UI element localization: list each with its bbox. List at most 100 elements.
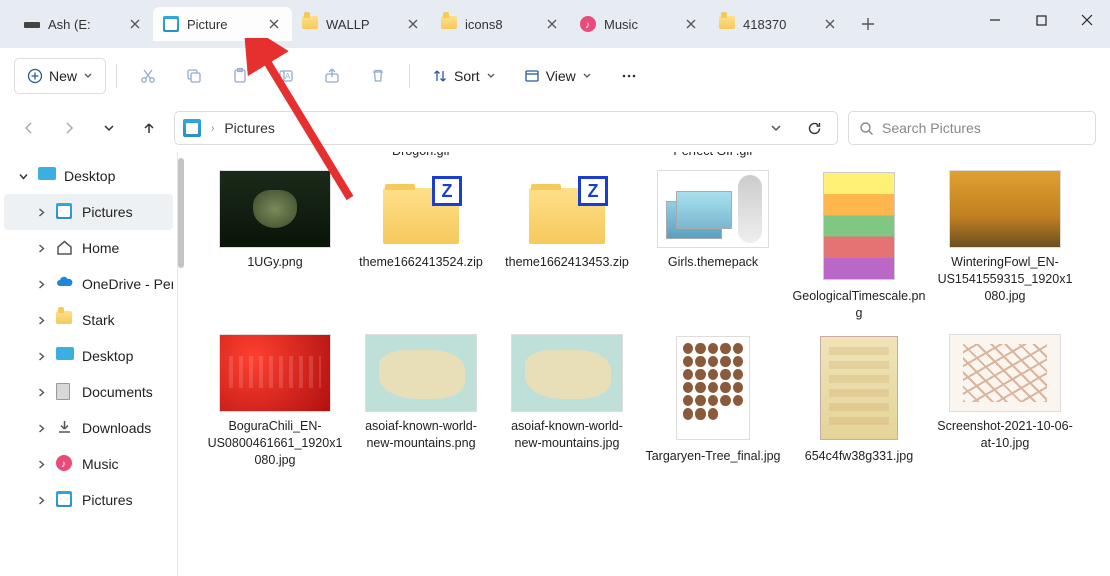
close-tab-button[interactable]	[127, 16, 143, 32]
copy-button[interactable]	[173, 58, 215, 94]
tab-ash-e-[interactable]: Ash (E:	[14, 7, 153, 41]
tab-icons8[interactable]: icons8	[431, 7, 570, 41]
file-name: GeologicalTimescale.png	[790, 288, 928, 322]
rename-icon: A	[277, 67, 295, 85]
file-name: 1UGy.png	[247, 254, 302, 271]
breadcrumb-current[interactable]: Pictures	[224, 120, 275, 136]
cut-button[interactable]	[127, 58, 169, 94]
ellipsis-icon	[620, 67, 638, 85]
close-tab-button[interactable]	[405, 16, 421, 32]
file-thumbnail	[803, 334, 915, 442]
sidebar-item-home[interactable]: Home	[4, 230, 173, 266]
expand-chevron-icon[interactable]	[34, 493, 48, 507]
file-item[interactable]: GeologicalTimescale.png	[786, 166, 932, 326]
file-item[interactable]: Girls.themepack	[640, 166, 786, 326]
expand-chevron-icon[interactable]	[34, 205, 48, 219]
file-item[interactable]: asoiaf-known-world-new-mountains.png	[348, 330, 494, 473]
file-item[interactable]: 654c4fw38g331.jpg	[786, 330, 932, 473]
file-item[interactable]: Screenshot-2021-10-06-at-10.jpg	[932, 330, 1078, 473]
more-button[interactable]	[608, 58, 650, 94]
address-dropdown-button[interactable]	[761, 113, 791, 143]
toolbar: New A Sort View	[0, 48, 1110, 104]
view-button[interactable]: View	[512, 58, 604, 94]
file-item[interactable]: Ztheme1662413453.zip	[494, 166, 640, 326]
sidebar-item-label: Home	[82, 240, 119, 256]
delete-button[interactable]	[357, 58, 399, 94]
close-tab-button[interactable]	[683, 16, 699, 32]
tab-label: Picture	[187, 17, 258, 32]
content-area[interactable]: Drogon.gifPerfect GIF.gif1UGy.pngZtheme1…	[177, 152, 1110, 576]
sort-button[interactable]: Sort	[420, 58, 508, 94]
close-tab-button[interactable]	[822, 16, 838, 32]
file-name: BoguraChili_EN-US0800461661_1920x1080.jp…	[206, 418, 344, 469]
file-item[interactable]: asoiaf-known-world-new-mountains.jpg	[494, 330, 640, 473]
rename-button[interactable]: A	[265, 58, 307, 94]
address-bar[interactable]: › Pictures	[174, 111, 838, 145]
expand-chevron-icon[interactable]	[34, 241, 48, 255]
sidebar-item-pictures[interactable]: Pictures	[4, 194, 173, 230]
file-thumbnail	[365, 334, 477, 412]
music-icon: ♪	[56, 455, 74, 473]
expand-chevron-icon[interactable]	[34, 421, 48, 435]
tab-picture[interactable]: Picture	[153, 7, 292, 41]
expand-chevron-icon[interactable]	[34, 349, 48, 363]
file-name-partial: Drogon.gif	[348, 152, 494, 162]
file-item[interactable]: BoguraChili_EN-US0800461661_1920x1080.jp…	[202, 330, 348, 473]
close-tab-button[interactable]	[544, 16, 560, 32]
close-window-button[interactable]	[1064, 0, 1110, 40]
expand-chevron-icon[interactable]	[34, 385, 48, 399]
recent-locations-button[interactable]	[94, 113, 124, 143]
tab-418370[interactable]: 418370	[709, 7, 848, 41]
new-button[interactable]: New	[14, 58, 106, 94]
paste-button[interactable]	[219, 58, 261, 94]
scrollbar-thumb[interactable]	[178, 158, 184, 268]
folder-icon	[302, 16, 318, 32]
sidebar-item-desktop[interactable]: Desktop	[4, 338, 173, 374]
tab-wallp[interactable]: WALLP	[292, 7, 431, 41]
expand-chevron-icon[interactable]	[34, 313, 48, 327]
up-button[interactable]	[134, 113, 164, 143]
file-item[interactable]: Targaryen-Tree_final.jpg	[640, 330, 786, 473]
file-item[interactable]: 1UGy.png	[202, 166, 348, 326]
refresh-button[interactable]	[799, 113, 829, 143]
sidebar-item-desktop[interactable]: Desktop	[4, 158, 173, 194]
maximize-button[interactable]	[1018, 0, 1064, 40]
desktop-blue-icon	[56, 347, 74, 365]
file-thumbnail	[219, 334, 331, 412]
file-item[interactable]: WinteringFowl_EN-US1541559315_1920x1080.…	[932, 166, 1078, 326]
sidebar-item-label: Desktop	[82, 348, 133, 364]
file-name: Girls.themepack	[668, 254, 758, 271]
new-tab-button[interactable]	[848, 7, 888, 41]
file-thumbnail	[219, 170, 331, 248]
sidebar-item-documents[interactable]: Documents	[4, 374, 173, 410]
sidebar-item-downloads[interactable]: Downloads	[4, 410, 173, 446]
search-input[interactable]: Search Pictures	[848, 111, 1096, 145]
tab-label: icons8	[465, 17, 536, 32]
sidebar-item-label: Desktop	[64, 168, 115, 184]
minimize-button[interactable]	[972, 0, 1018, 40]
share-button[interactable]	[311, 58, 353, 94]
sidebar-item-label: Pictures	[82, 204, 133, 220]
sidebar-item-onedrive-per[interactable]: OneDrive - Per	[4, 266, 173, 302]
sidebar-item-pictures[interactable]: Pictures	[4, 482, 173, 518]
expand-chevron-icon[interactable]	[34, 457, 48, 471]
desktop-icon	[38, 167, 56, 185]
svg-text:A: A	[285, 72, 291, 81]
close-tab-button[interactable]	[266, 16, 282, 32]
expand-chevron-icon[interactable]	[34, 277, 48, 291]
file-item[interactable]: Ztheme1662413524.zip	[348, 166, 494, 326]
tab-music[interactable]: ♪Music	[570, 7, 709, 41]
view-button-label: View	[546, 68, 576, 84]
file-thumbnail	[657, 334, 769, 442]
sidebar-item-stark[interactable]: Stark	[4, 302, 173, 338]
forward-button[interactable]	[54, 113, 84, 143]
sidebar-item-label: Pictures	[82, 492, 133, 508]
new-button-label: New	[49, 68, 77, 84]
sidebar-item-music[interactable]: ♪Music	[4, 446, 173, 482]
expand-chevron-icon[interactable]	[16, 169, 30, 183]
tab-label: Ash (E:	[48, 17, 119, 32]
view-icon	[524, 68, 540, 84]
share-icon	[323, 67, 341, 85]
back-button[interactable]	[14, 113, 44, 143]
file-thumbnail: Z	[511, 170, 623, 248]
